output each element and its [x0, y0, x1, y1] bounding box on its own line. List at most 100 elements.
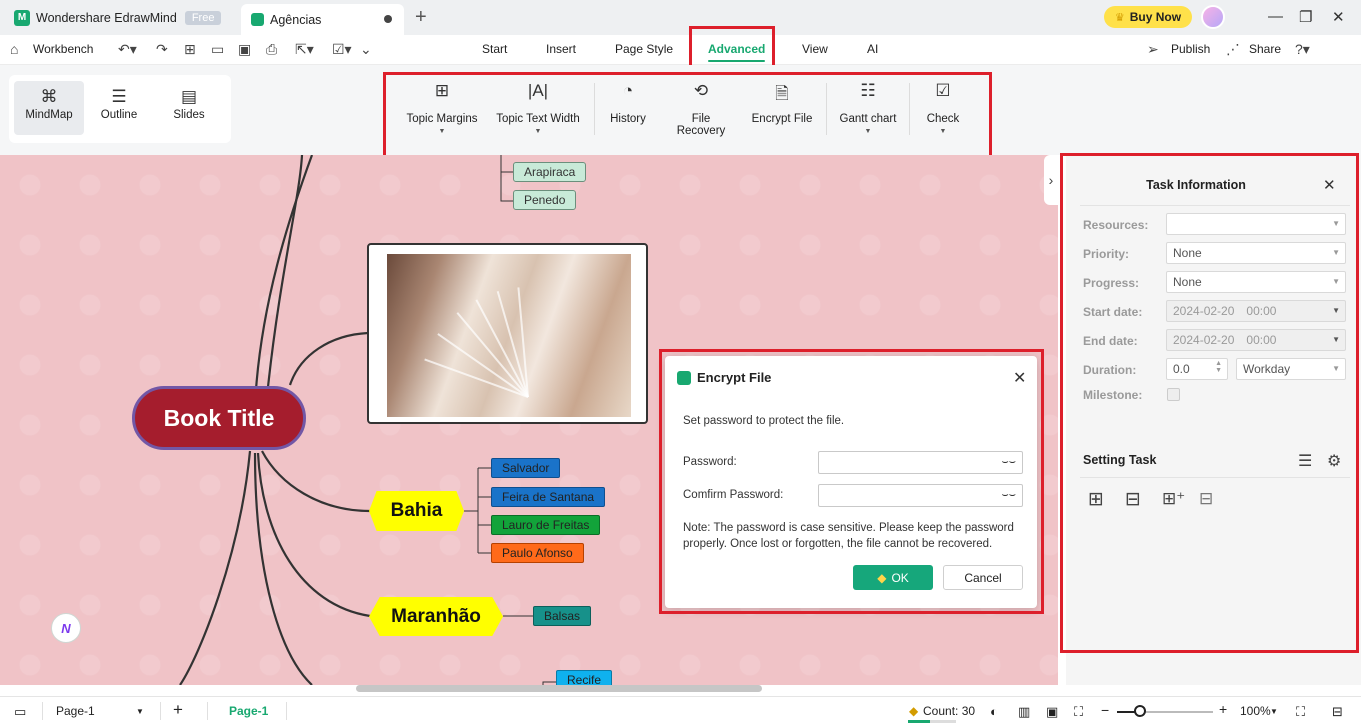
close-window-icon[interactable]: ✕ — [1332, 8, 1345, 26]
ok-button[interactable]: ◆ OK — [853, 565, 933, 590]
task-align-icon[interactable]: ☰ — [1298, 451, 1312, 471]
zoom-out-icon[interactable]: − — [1101, 702, 1109, 718]
workbench-button[interactable]: Workbench — [33, 42, 93, 56]
book-view-icon[interactable]: ▥ — [1018, 704, 1030, 720]
tab-page-style[interactable]: Page Style — [615, 42, 673, 56]
topic-margins-button[interactable]: ⊞ Topic Margins ▼ — [404, 81, 480, 135]
subtopic-salvador[interactable]: Salvador — [491, 458, 561, 478]
central-topic[interactable]: Book Title — [132, 386, 306, 450]
topic-image[interactable] — [367, 243, 648, 424]
subtopic-recife[interactable]: Recife — [556, 670, 613, 685]
topic-maranhao[interactable]: Maranhão — [369, 597, 503, 636]
document-tab[interactable]: Agências — [241, 4, 404, 35]
page-select[interactable]: Page-1 — [56, 704, 95, 718]
stepper-arrows-icon[interactable]: ▲ ▼ — [1215, 360, 1222, 374]
zoom-in-icon[interactable]: + — [1219, 701, 1227, 717]
check-button[interactable]: ☑ Check ▼ — [920, 81, 966, 135]
close-icon[interactable]: ✕ — [1323, 176, 1336, 194]
page-tab[interactable]: Page-1 — [229, 704, 268, 718]
cancel-button[interactable]: Cancel — [943, 565, 1023, 590]
history-button[interactable]: ◔ History — [606, 81, 650, 125]
chevron-down-icon[interactable]: ▼ — [136, 707, 144, 716]
print-icon[interactable]: ⎙ — [266, 41, 277, 58]
start-date-picker[interactable]: 2024-02-20 00:00 ▼ — [1166, 300, 1346, 322]
task-settings-icon[interactable]: ⚙ — [1327, 451, 1341, 471]
subtopic-balsas[interactable]: Balsas — [533, 606, 592, 626]
remove-subtask-icon[interactable]: ⊟ — [1199, 489, 1213, 509]
publish-icon[interactable]: ➢ — [1147, 41, 1159, 58]
password-input[interactable]: ⌣⌣ — [818, 451, 1023, 474]
fullscreen-icon[interactable]: ⛶ — [1296, 704, 1305, 720]
unsaved-dot-icon[interactable] — [384, 15, 392, 23]
topic-bahia[interactable]: Bahia — [369, 491, 464, 531]
horizontal-scrollbar[interactable] — [356, 685, 762, 692]
chevron-down-icon[interactable]: ▼ — [1270, 707, 1278, 716]
share-button[interactable]: Share — [1249, 42, 1281, 56]
add-subtask-icon[interactable]: ⊞⁺ — [1162, 489, 1185, 509]
sidebar-toggle-icon[interactable]: ▭ — [14, 704, 26, 720]
publish-button[interactable]: Publish — [1171, 42, 1210, 56]
divider — [286, 702, 287, 720]
tab-view[interactable]: View — [802, 42, 828, 56]
plus-icon[interactable]: + — [415, 6, 427, 29]
save-icon[interactable]: ▣ — [238, 41, 251, 58]
resources-select[interactable]: ▼ — [1166, 213, 1346, 235]
zoom-slider[interactable] — [1117, 711, 1213, 713]
share-icon[interactable]: ⋰ — [1226, 41, 1240, 58]
panel-collapse-icon[interactable]: › — [1044, 155, 1058, 205]
tab-insert[interactable]: Insert — [546, 42, 576, 56]
encrypt-file-button[interactable]: 🗎 Encrypt File — [750, 81, 814, 125]
subtopic-arapiraca[interactable]: Arapiraca — [513, 162, 587, 182]
outline-view-button[interactable]: ☰ Outline — [84, 81, 154, 135]
new-file-icon[interactable]: ⊞ — [184, 41, 196, 58]
topic-text-width-button[interactable]: |A| Topic Text Width ▼ — [494, 81, 582, 135]
subtopic-paulo-afonso[interactable]: Paulo Afonso — [491, 543, 584, 563]
ai-assistant-icon[interactable]: N — [51, 613, 81, 643]
avatar[interactable] — [1201, 5, 1225, 29]
gantt-chart-button[interactable]: ☷ Gantt chart ▼ — [836, 81, 900, 135]
undo-icon[interactable]: ↶▾ — [118, 41, 137, 58]
confirm-password-input[interactable]: ⌣⌣ — [818, 484, 1023, 507]
tab-advanced[interactable]: Advanced — [694, 42, 779, 62]
hide-password-icon[interactable]: ⌣⌣ — [1002, 456, 1016, 469]
slides-view-button[interactable]: ▤ Slides — [154, 81, 224, 135]
mindmap-view-button[interactable]: ⌘ MindMap — [14, 81, 84, 135]
buy-now-button[interactable]: ♛ Buy Now — [1104, 6, 1192, 28]
collapse-panel-icon[interactable]: ⊟ — [1332, 704, 1343, 720]
task-check-icon[interactable]: ☑▾ — [332, 41, 352, 58]
tab-ai[interactable]: AI — [867, 42, 878, 56]
restore-icon[interactable]: ❐ — [1299, 8, 1312, 26]
home-icon[interactable]: ⌂ — [10, 41, 18, 57]
end-date-picker[interactable]: 2024-02-20 00:00 ▼ — [1166, 329, 1346, 351]
hide-password-icon[interactable]: ⌣⌣ — [1002, 489, 1016, 502]
subtopic-feira-de-santana[interactable]: Feira de Santana — [491, 487, 606, 507]
export-icon[interactable]: ⇱▾ — [295, 41, 314, 58]
file-recovery-button[interactable]: ⟲ File Recovery — [666, 81, 736, 137]
subtopic-lauro-de-freitas[interactable]: Lauro de Freitas — [491, 515, 601, 535]
priority-select[interactable]: None ▼ — [1166, 242, 1346, 264]
app-tab[interactable]: M Wondershare EdrawMind Free — [14, 0, 222, 35]
duration-unit-select[interactable]: Workday ▼ — [1236, 358, 1346, 380]
mindmap-view-label: MindMap — [25, 109, 73, 121]
status-bar: ▭ Page-1 ▼ + Page-1 ◆ Count: 30 ◐ ▥ ▣ ⛶ … — [0, 696, 1361, 725]
theme-icon[interactable]: ◐ — [990, 704, 998, 719]
remove-task-icon[interactable]: ⊟ — [1125, 488, 1141, 511]
fit-page-icon[interactable]: ▣ — [1046, 704, 1058, 720]
fullscreen-fit-icon[interactable]: ⛶ — [1074, 704, 1083, 720]
duration-stepper[interactable]: 0.0 ▲ ▼ — [1166, 358, 1228, 380]
close-icon[interactable]: ✕ — [1013, 368, 1026, 388]
tab-start[interactable]: Start — [482, 42, 507, 56]
add-page-icon[interactable]: + — [173, 700, 183, 720]
redo-icon[interactable]: ↷ — [156, 41, 168, 58]
add-task-icon[interactable]: ⊞ — [1088, 488, 1104, 511]
help-icon[interactable]: ?▾ — [1295, 41, 1310, 58]
edrawmind-logo-icon: M — [14, 9, 30, 26]
more-icon[interactable]: ⌄ — [360, 41, 372, 58]
zoom-level[interactable]: 100% — [1240, 704, 1271, 718]
minimize-icon[interactable]: — — [1268, 8, 1283, 25]
progress-select[interactable]: None ▼ — [1166, 271, 1346, 293]
milestone-checkbox[interactable] — [1167, 388, 1180, 401]
subtopic-penedo[interactable]: Penedo — [513, 190, 577, 210]
open-folder-icon[interactable]: ▭ — [211, 41, 224, 58]
zoom-slider-handle[interactable] — [1134, 705, 1147, 717]
